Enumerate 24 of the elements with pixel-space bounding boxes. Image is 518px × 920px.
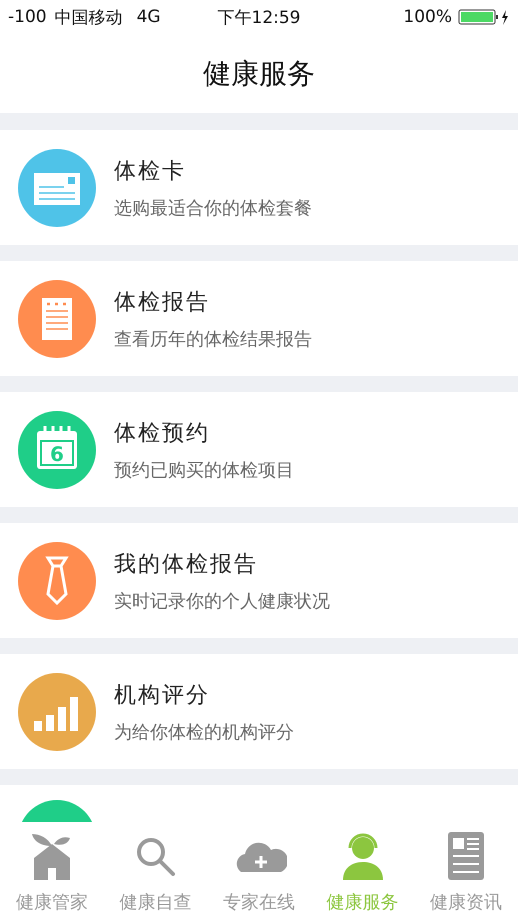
service-item[interactable]: 机构评分 为给你体检的机构评分	[0, 654, 518, 769]
item-title: 机构评分	[114, 682, 211, 710]
service-item[interactable]: 体检卡 选购最适合你的体检套餐	[0, 130, 518, 245]
service-item[interactable]	[0, 785, 518, 822]
calendar-icon: 6	[18, 410, 96, 488]
item-subtitle: 为给你体检的机构评分	[114, 720, 294, 744]
item-title: 体检卡	[114, 158, 187, 186]
service-item[interactable]: 体检报告 查看历年的体检结果报告	[0, 261, 518, 376]
service-item[interactable]: 6 体检预约 预约已购买的体检项目	[0, 392, 518, 507]
item-subtitle: 实时记录你的个人健康状况	[114, 590, 330, 612]
item-title: 体检预约	[114, 420, 211, 448]
service-item[interactable]: 我的体检报告 实时记录你的个人健康状况	[0, 523, 518, 638]
item-subtitle: 预约已购买的体检项目	[114, 458, 294, 482]
status-time: 下午12:59	[218, 6, 300, 28]
item-subtitle: 选购最适合你的体检套餐	[114, 196, 312, 220]
item-subtitle: 查看历年的体检结果报告	[114, 328, 312, 350]
page-title: 健康服务	[203, 56, 315, 92]
item-title: 体检报告	[114, 288, 211, 316]
battery-charging-icon	[458, 8, 510, 26]
battery-percent: 100%	[403, 7, 452, 27]
network-type: 4G	[136, 7, 161, 27]
carrier-name: 中国移动	[54, 6, 123, 28]
item-title: 我的体检报告	[114, 550, 259, 578]
signal-strength: -100	[8, 7, 47, 27]
